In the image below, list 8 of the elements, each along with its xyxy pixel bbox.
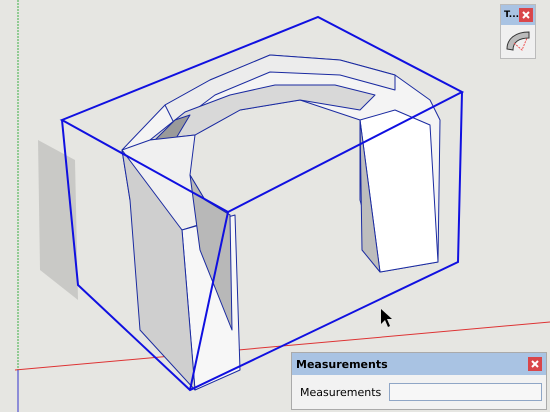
follow-me-tool-icon[interactable] bbox=[505, 29, 531, 53]
measurements-label: Measurements bbox=[300, 386, 382, 398]
measurements-input-field[interactable] bbox=[389, 383, 542, 401]
close-icon[interactable] bbox=[519, 8, 533, 22]
mouse-cursor-icon bbox=[381, 309, 392, 327]
measurements-title: Measurements bbox=[296, 358, 388, 370]
toolbar-title: T... bbox=[504, 10, 520, 20]
close-icon[interactable] bbox=[528, 357, 542, 371]
